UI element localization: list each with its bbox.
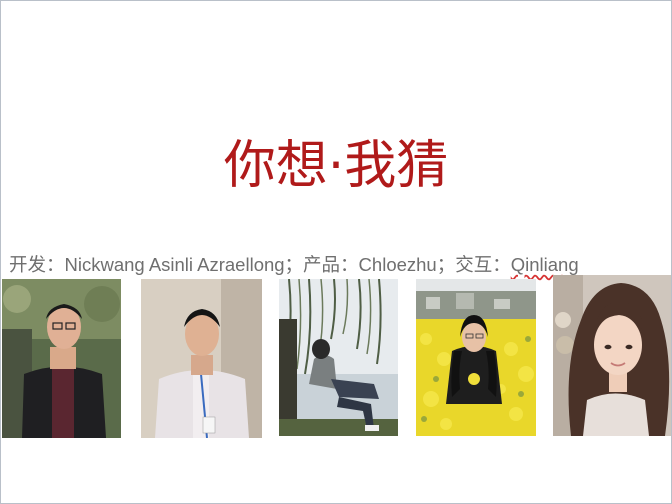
- photo-3-image: [279, 279, 398, 436]
- slide-title: 你想·我猜: [223, 136, 449, 196]
- team-photo-2: [141, 279, 262, 438]
- credits-last-name: Qinliang: [510, 254, 579, 275]
- team-photo-5: [553, 275, 671, 436]
- photo-1-image: [2, 279, 121, 438]
- credits-text: 开发：Nickwang Asinli Azraellong；产品：Chloezh…: [9, 254, 511, 275]
- team-photo-1: [2, 279, 121, 438]
- photo-5-image: [553, 275, 671, 436]
- team-photo-3: [279, 279, 398, 436]
- team-credits: 开发：Nickwang Asinli Azraellong；产品：Chloezh…: [9, 251, 579, 277]
- photo-2-image: [141, 279, 262, 438]
- team-photo-4: [416, 279, 536, 436]
- slide: 你想·我猜 开发：Nickwang Asinli Azraellong；产品：C…: [0, 0, 672, 504]
- photo-4-image: [416, 279, 536, 436]
